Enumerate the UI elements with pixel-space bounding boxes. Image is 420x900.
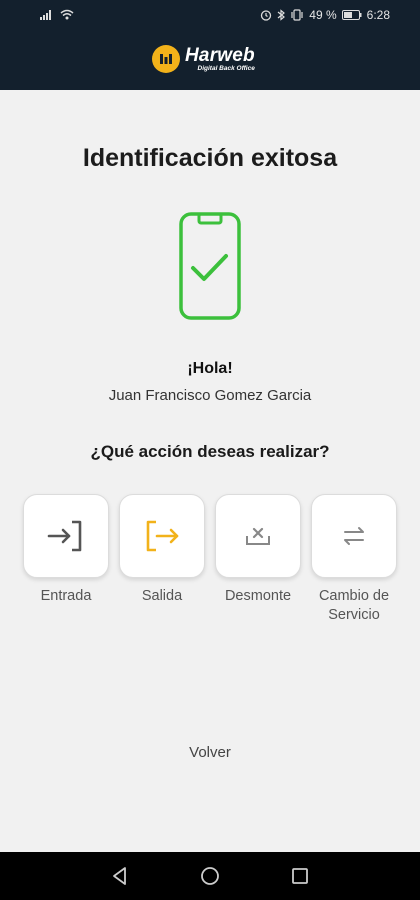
battery-percent: 49 %	[309, 8, 337, 22]
action-grid: Entrada Salida Desmonte Cambio de Servic…	[23, 494, 397, 625]
status-right: 49 % 6:28	[260, 8, 390, 22]
page-title: Identificación exitosa	[82, 144, 338, 172]
back-button[interactable]: Volver	[160, 744, 260, 761]
status-bar: 49 % 6:28	[0, 0, 420, 32]
logout-icon	[146, 520, 179, 552]
vibrate-icon	[291, 9, 303, 21]
status-left	[40, 9, 74, 20]
bluetooth-icon	[277, 9, 286, 21]
signal-icon	[40, 10, 51, 20]
brand-wordmark: Harweb Digital Back Office	[185, 46, 255, 73]
login-icon	[47, 520, 82, 552]
greeting: ¡Hola!	[187, 360, 233, 377]
recents-nav-icon[interactable]	[288, 864, 312, 888]
salida-label: Salida	[141, 588, 183, 604]
cambio-servicio-card[interactable]	[311, 494, 397, 578]
back-nav-icon[interactable]	[108, 864, 132, 888]
entrada-button[interactable]: Entrada	[23, 494, 109, 625]
wifi-icon	[60, 9, 74, 20]
swap-icon	[344, 527, 364, 545]
salida-card[interactable]	[119, 494, 205, 578]
phone-check-icon	[179, 212, 241, 327]
system-nav-bar	[0, 852, 420, 900]
dismount-icon	[246, 527, 270, 545]
desmonte-label: Desmonte	[224, 588, 292, 604]
brand-tagline: Digital Back Office	[197, 64, 255, 72]
user-name: Juan Francisco Gomez Garcia	[108, 387, 312, 404]
brand-name: Harweb	[185, 44, 255, 66]
action-question: ¿Qué acción deseas realizar?	[90, 442, 330, 461]
entrada-card[interactable]	[23, 494, 109, 578]
battery-icon	[341, 10, 362, 20]
entrada-label: Entrada	[40, 588, 92, 604]
alarm-icon	[261, 10, 272, 21]
desmonte-button[interactable]: Desmonte	[215, 494, 301, 625]
brand-logo: Harweb Digital Back Office	[152, 45, 255, 73]
clock-time: 6:28	[366, 8, 390, 22]
brand-logo-icon	[152, 45, 180, 73]
desmonte-card[interactable]	[215, 494, 301, 578]
cambio-servicio-button[interactable]: Cambio de Servicio	[311, 494, 397, 625]
cambio-servicio-label: Cambio de Servicio	[318, 588, 390, 623]
home-nav-icon[interactable]	[198, 864, 222, 888]
salida-button[interactable]: Salida	[119, 494, 205, 625]
